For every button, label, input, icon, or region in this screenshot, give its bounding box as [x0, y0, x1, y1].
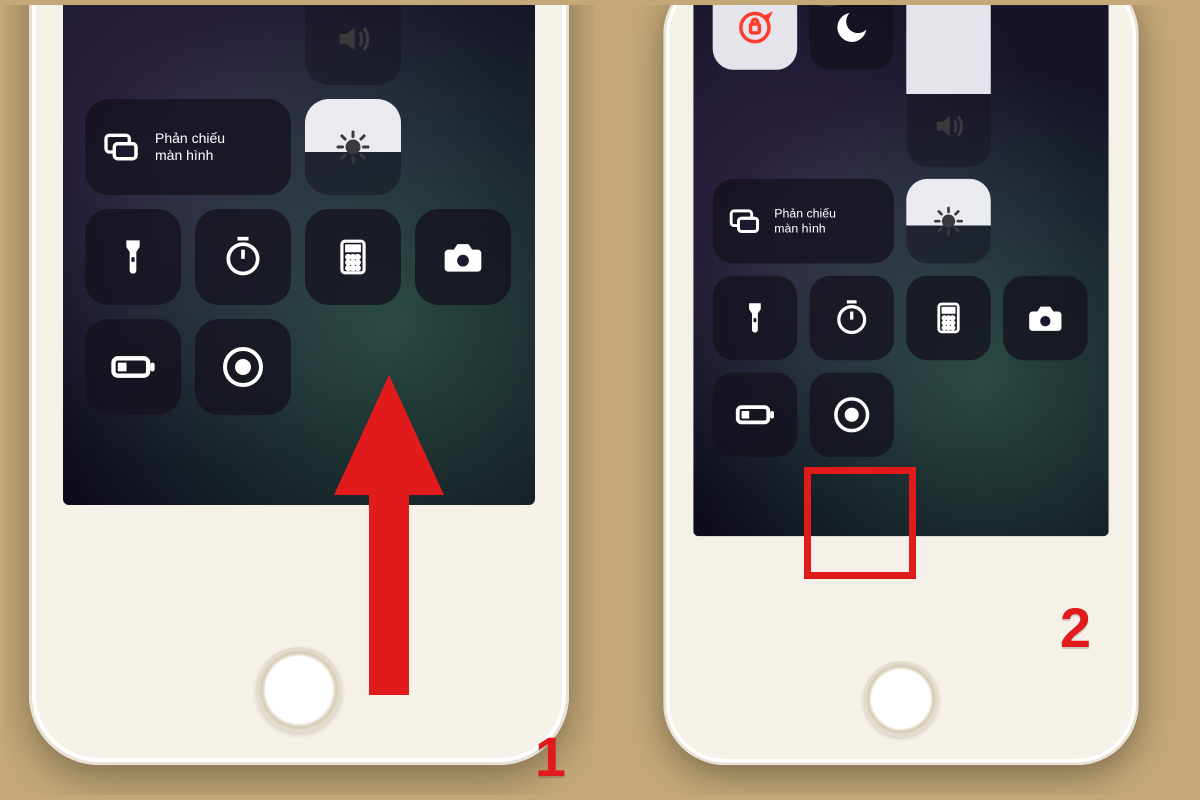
calculator-icon	[932, 301, 965, 334]
do-not-disturb-moon-icon	[832, 8, 871, 47]
volume-slider[interactable]	[305, 5, 401, 85]
timer-icon	[221, 235, 265, 279]
screen-record-button[interactable]	[195, 319, 291, 415]
step-1-panel: Phản chiếu màn hình	[4, 5, 594, 795]
screen-mirroring-icon	[727, 204, 762, 239]
brightness-sun-icon	[335, 129, 371, 165]
do-not-disturb-toggle[interactable]	[809, 5, 893, 70]
iphone-device-frame: Phản chiếu màn hình	[29, 5, 569, 765]
camera-icon	[441, 235, 485, 279]
step-2-panel: Phản chiếu màn hình	[606, 5, 1196, 795]
swipe-up-arrow-annotation	[334, 375, 444, 695]
control-center-screen: Phản chiếu màn hình	[63, 5, 535, 505]
orientation-lock-icon	[734, 6, 776, 48]
flashlight-icon	[113, 237, 153, 277]
control-center-grid: Phản chiếu màn hình	[85, 5, 513, 415]
brightness-sun-icon	[933, 205, 965, 237]
timer-button[interactable]	[809, 276, 893, 360]
screen-record-icon	[219, 343, 267, 391]
orientation-lock-toggle[interactable]	[713, 5, 797, 70]
flashlight-button[interactable]	[713, 276, 797, 360]
step-number-1: 1	[535, 724, 566, 789]
camera-button[interactable]	[415, 209, 511, 305]
step-number-2: 2	[1060, 595, 1091, 660]
flashlight-button[interactable]	[85, 209, 181, 305]
screen-record-button[interactable]	[809, 373, 893, 457]
flashlight-icon	[737, 300, 772, 335]
timer-icon	[832, 299, 871, 338]
screen-mirroring-button[interactable]: Phản chiếu màn hình	[85, 99, 291, 195]
screen-mirroring-label: Phản chiếu màn hình	[774, 206, 836, 237]
low-power-mode-button[interactable]	[85, 319, 181, 415]
low-power-mode-button[interactable]	[713, 373, 797, 457]
brightness-slider-compact[interactable]	[305, 99, 401, 195]
screen-mirroring-button[interactable]: Phản chiếu màn hình	[713, 179, 894, 263]
control-center-screen: Phản chiếu màn hình	[693, 5, 1108, 536]
low-power-battery-icon	[107, 341, 159, 393]
timer-button[interactable]	[195, 209, 291, 305]
volume-slider[interactable]	[906, 5, 990, 167]
home-button[interactable]	[256, 647, 342, 733]
calculator-button[interactable]	[305, 209, 401, 305]
brightness-slider-compact[interactable]	[906, 179, 990, 263]
calculator-icon	[334, 238, 372, 276]
calculator-button[interactable]	[906, 276, 990, 360]
control-center-grid: Phản chiếu màn hình	[713, 5, 1090, 457]
volume-icon	[333, 19, 373, 59]
volume-icon	[931, 109, 966, 144]
low-power-battery-icon	[732, 392, 778, 438]
tutorial-two-step-image: Phản chiếu màn hình	[4, 5, 1196, 795]
highlight-box-annotation	[804, 467, 916, 579]
home-button[interactable]	[863, 661, 939, 737]
camera-icon	[1026, 299, 1065, 338]
camera-button[interactable]	[1003, 276, 1087, 360]
screen-mirroring-label: Phản chiếu màn hình	[155, 130, 225, 165]
screen-mirroring-icon	[101, 127, 141, 167]
screen-record-icon	[831, 394, 873, 436]
